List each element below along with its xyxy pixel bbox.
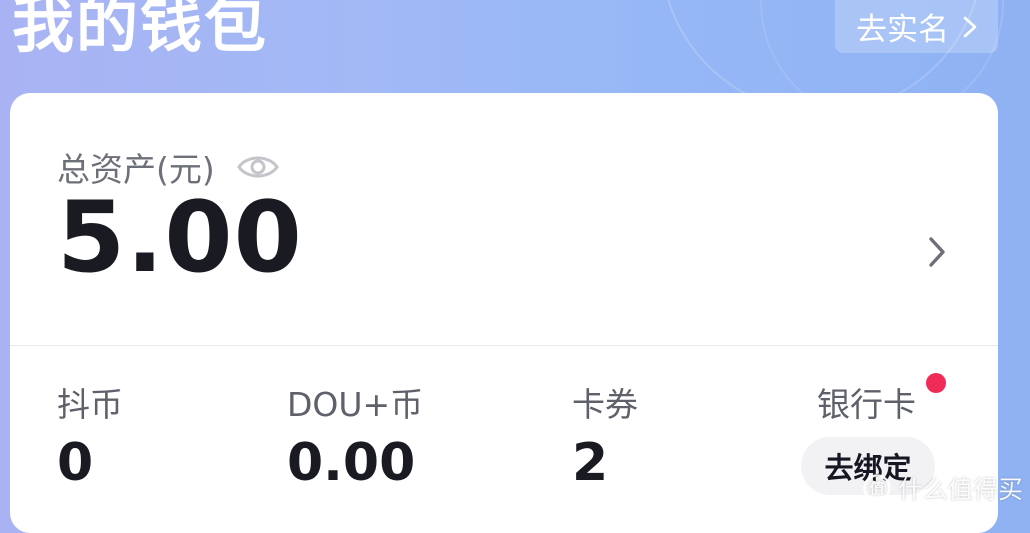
page-title: 我的钱包: [12, 0, 269, 61]
smzdm-logo-icon: 值: [863, 474, 891, 502]
asset-label: 银行卡: [817, 385, 916, 424]
asset-label: DOU+币: [287, 385, 424, 424]
verify-identity-button[interactable]: 去实名: [835, 0, 998, 53]
wallet-card: 总资产(元) 5.00 抖币 0 DOU+币 0.00 卡券 2 银行卡 去绑定: [10, 93, 998, 533]
notification-dot: [926, 373, 946, 393]
asset-value: 0.00: [287, 433, 416, 493]
asset-label: 抖币: [57, 385, 123, 424]
asset-value: 0: [57, 433, 94, 493]
asset-dou-plus-coin[interactable]: DOU+币 0.00: [287, 388, 423, 489]
eye-icon[interactable]: [236, 152, 279, 182]
watermark-text: 什么值得买: [898, 475, 1024, 504]
asset-value: 2: [572, 433, 609, 493]
asset-douyin-coin[interactable]: 抖币 0: [57, 388, 123, 489]
asset-label: 卡券: [572, 385, 638, 424]
asset-coupons[interactable]: 卡券 2: [572, 388, 638, 489]
total-assets-amount[interactable]: 5.00: [57, 184, 303, 293]
asset-bank-card[interactable]: 银行卡: [817, 388, 916, 421]
chevron-right-icon: [963, 16, 977, 37]
verify-identity-label: 去实名: [856, 12, 949, 48]
svg-text:值: 值: [869, 480, 884, 498]
section-divider: [10, 345, 998, 346]
chevron-right-icon[interactable]: [923, 235, 951, 269]
watermark: 值 什么值得买: [862, 470, 1023, 506]
